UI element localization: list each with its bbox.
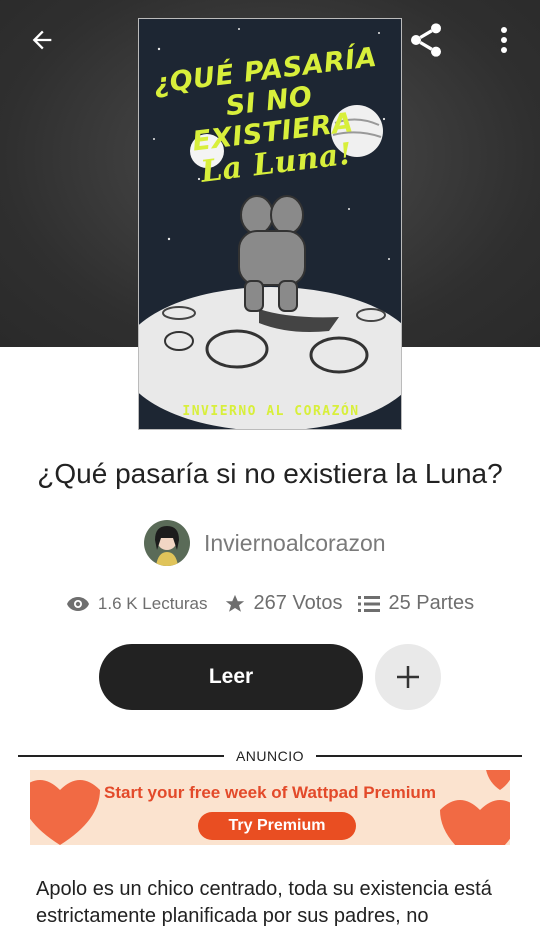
- votes-count: 267 Votos: [253, 592, 343, 614]
- story-stats: 1.6 K Lecturas 267 Votos 25 Partes: [0, 592, 540, 615]
- star-icon: [225, 594, 244, 612]
- reads-stat: 1.6 K Lecturas: [66, 594, 208, 614]
- cover-author: INVIERNO AL CORAZÓN: [182, 404, 360, 419]
- parts-count: 25 Partes: [388, 592, 475, 614]
- book-cover[interactable]: ¿QUÉ PASARÍA SI NO EXISTIERA La Luna! IN…: [138, 18, 402, 430]
- ad-label: ANUNCIO: [235, 748, 305, 764]
- avatar[interactable]: [144, 520, 190, 566]
- list-icon: [358, 595, 381, 612]
- author-link[interactable]: Inviernoalcorazon: [144, 520, 386, 566]
- parts-stat[interactable]: 25 Partes: [358, 592, 474, 615]
- more-vertical-icon: [501, 27, 507, 53]
- more-options-button[interactable]: [488, 22, 520, 58]
- divider-line: [316, 755, 522, 757]
- author-name[interactable]: Inviernoalcorazon: [204, 530, 386, 557]
- arrow-left-icon: [32, 30, 52, 50]
- divider-line: [18, 755, 224, 757]
- story-title: ¿Qué pasaría si no existiera la Luna?: [37, 458, 503, 489]
- share-button[interactable]: [404, 18, 448, 62]
- ad-divider: ANUNCIO: [18, 746, 522, 766]
- premium-ad-banner[interactable]: Start your free week of Wattpad Premium …: [30, 770, 510, 845]
- reads-count: 1.6 K Lecturas: [97, 593, 208, 613]
- votes-stat: 267 Votos: [224, 592, 343, 615]
- share-icon: [411, 23, 441, 57]
- add-to-library-button[interactable]: [375, 644, 441, 710]
- ad-headline: Start your free week of Wattpad Premium: [104, 783, 436, 802]
- back-button[interactable]: [22, 22, 62, 58]
- read-button[interactable]: Leer: [99, 644, 363, 710]
- eye-icon: [66, 596, 89, 611]
- plus-icon: [397, 666, 419, 688]
- try-premium-button[interactable]: Try Premium: [198, 812, 356, 840]
